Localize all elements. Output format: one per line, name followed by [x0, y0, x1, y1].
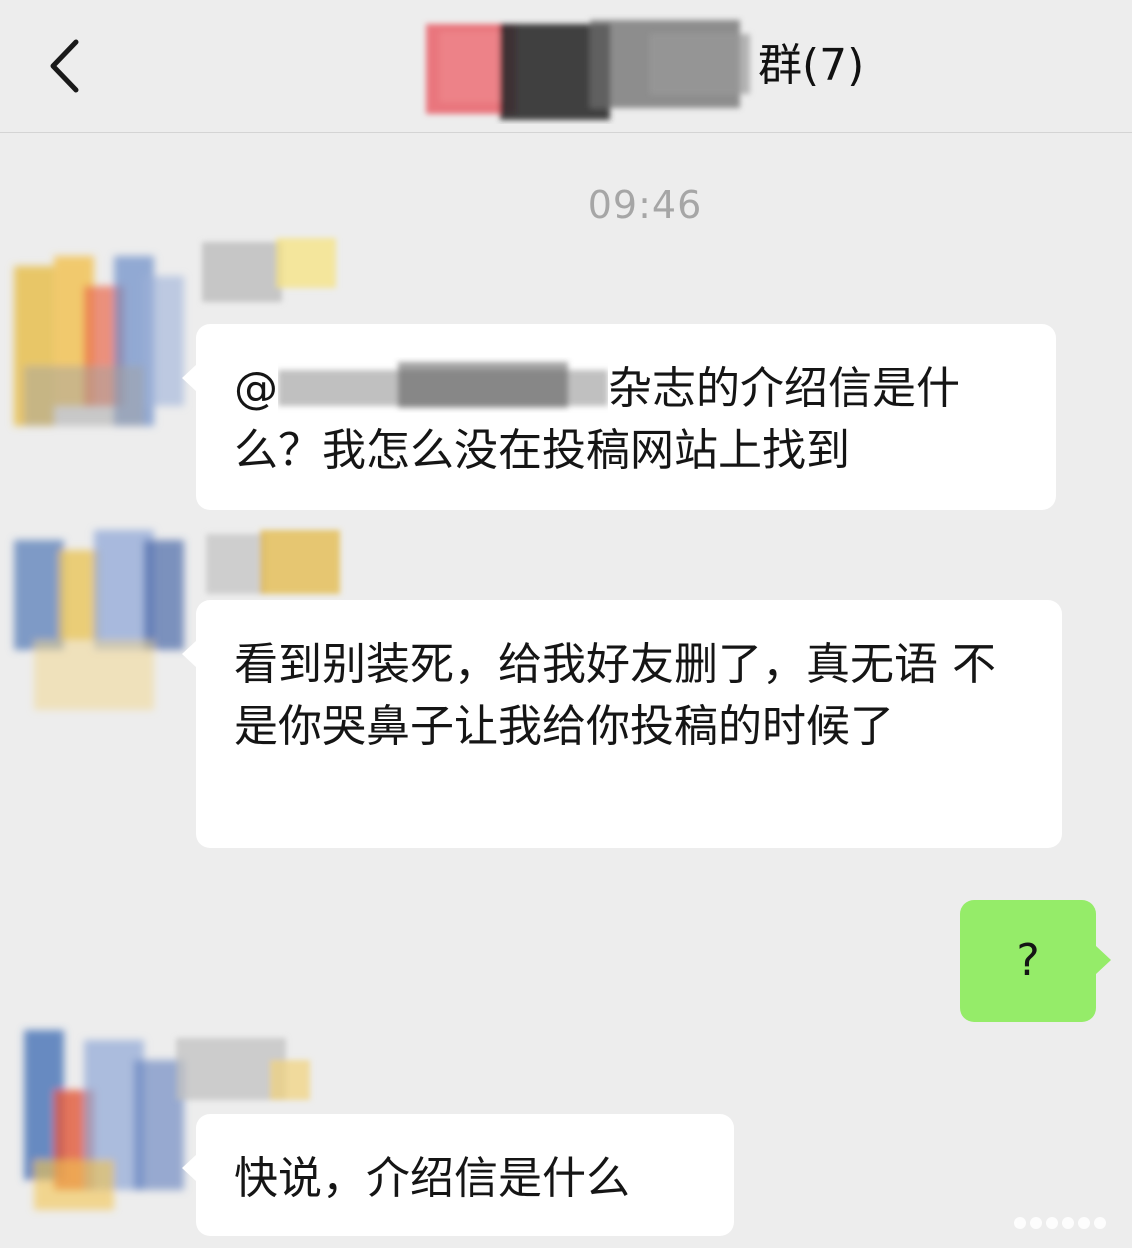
sender-name-redacted: [170, 1030, 320, 1110]
message-timestamp: 09:46: [587, 183, 703, 227]
sender-name-redacted: [200, 524, 350, 604]
chat-title-visible-char: 群: [758, 40, 802, 91]
mention-name-redaction: [278, 356, 608, 416]
chat-screen: 群(7) 09:46 @ 杂志的介绍信是什么？我怎么没在投稿网站上找到 看到别装…: [0, 0, 1132, 1248]
message-bubble-outgoing[interactable]: ?: [960, 900, 1111, 1022]
message-text: 看到别装死，给我好友删了，真无语 不是你哭鼻子让我给你投稿的时候了: [234, 639, 996, 752]
member-count: (7): [802, 40, 865, 91]
watermark-dots: [1010, 1208, 1120, 1238]
nav-bar: 群(7): [0, 0, 1132, 133]
avatar[interactable]: [4, 246, 194, 446]
chevron-left-icon[interactable]: [40, 36, 96, 96]
avatar[interactable]: [4, 520, 194, 720]
message-text: 快说，介绍信是什么: [234, 1153, 630, 1204]
title-redaction-scribble: [420, 14, 760, 124]
message-bubble[interactable]: @ 杂志的介绍信是什么？我怎么没在投稿网站上找到: [182, 324, 1056, 510]
message-bubble[interactable]: 快说，介绍信是什么: [182, 1114, 734, 1236]
chat-title: 群(7): [420, 14, 864, 124]
message-bubble[interactable]: 看到别装死，给我好友删了，真无语 不是你哭鼻子让我给你投稿的时候了: [182, 600, 1062, 848]
message-text: ?: [1016, 935, 1040, 986]
sender-name-redacted: [196, 232, 346, 312]
mention-prefix: @: [234, 363, 278, 414]
